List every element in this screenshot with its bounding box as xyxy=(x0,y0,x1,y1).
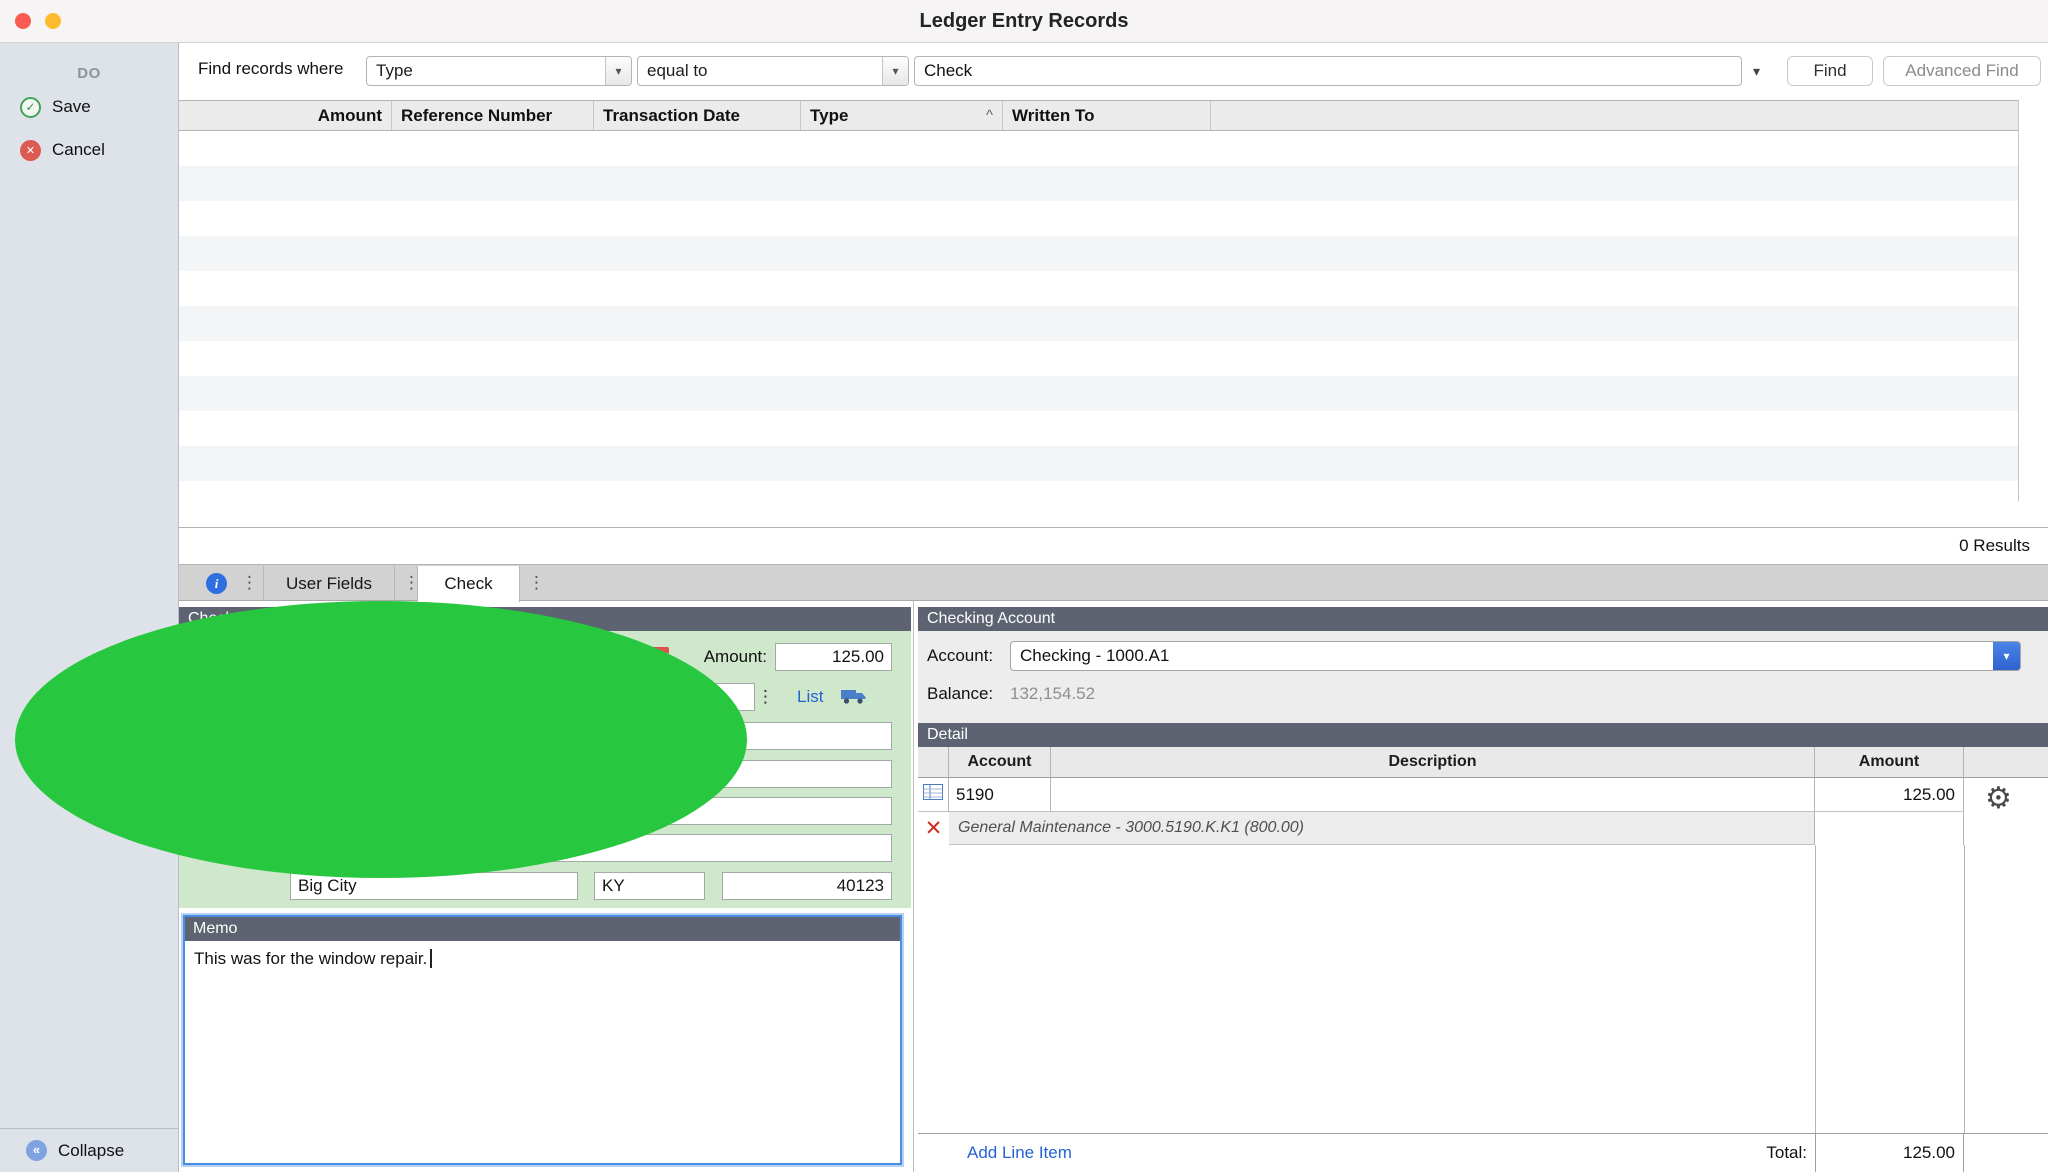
vendor-list-link[interactable]: List xyxy=(797,683,823,711)
detail-actions-column-header xyxy=(1964,747,2048,777)
find-field-value: Type xyxy=(367,61,605,81)
ledger-book-icon xyxy=(923,784,943,805)
info-icon[interactable]: i xyxy=(206,573,227,594)
results-list[interactable] xyxy=(179,131,2018,501)
save-button[interactable]: ✓ Save xyxy=(20,94,91,120)
cancel-label: Cancel xyxy=(52,140,105,160)
title-bar: Ledger Entry Records xyxy=(0,0,2048,43)
column-header-reference-number[interactable]: Reference Number xyxy=(392,101,594,130)
detail-line-item-row: 5190 125.00 xyxy=(918,778,2048,812)
memo-panel-header: Memo xyxy=(185,917,900,941)
window-controls xyxy=(15,13,61,29)
add-line-item-link[interactable]: Add Line Item xyxy=(967,1134,1072,1172)
cancel-x-icon: ✕ xyxy=(20,140,41,161)
collapse-chevrons-icon: « xyxy=(26,1140,47,1161)
account-lookup-cell[interactable] xyxy=(918,778,949,812)
column-header-written-to[interactable]: Written To xyxy=(1003,101,1211,130)
total-label: Total: xyxy=(1518,1134,1807,1172)
results-header: Amount Reference Number Transaction Date… xyxy=(179,100,2018,131)
panel-divider xyxy=(913,601,914,1172)
results-scrollbar[interactable] xyxy=(2018,100,2048,501)
window-close-button[interactable] xyxy=(15,13,31,29)
save-check-icon: ✓ xyxy=(20,97,41,118)
sort-ascending-icon: ^ xyxy=(986,107,993,124)
line-item-account-cell[interactable]: 5190 xyxy=(949,778,1051,812)
window-title: Ledger Entry Records xyxy=(0,0,2048,43)
delete-line-item-button[interactable]: ✕ xyxy=(918,812,949,845)
text-cursor xyxy=(430,949,432,968)
drag-dots-icon[interactable]: ⋮ xyxy=(403,565,420,600)
tab-check[interactable]: Check xyxy=(417,566,520,602)
memo-panel: Memo This was for the window repair. xyxy=(183,915,902,1165)
column-header-filler xyxy=(1211,101,2018,130)
app-window: Ledger Entry Records DO ✓ Save ✕ Cancel … xyxy=(0,0,2048,1172)
detail-column-line xyxy=(1964,845,1965,1133)
vendor-options-dots-icon[interactable]: ⋮ xyxy=(757,683,774,711)
find-history-dropdown-icon[interactable]: ▾ xyxy=(1753,56,1760,86)
drag-dots-icon[interactable]: ⋮ xyxy=(528,565,545,600)
detail-column-line xyxy=(1815,845,1816,1133)
detail-amount-column-header: Amount xyxy=(1815,747,1964,777)
state-input[interactable] xyxy=(594,872,705,900)
find-field-select[interactable]: Type ▾ xyxy=(366,56,632,86)
truck-icon xyxy=(841,687,867,710)
checking-account-panel: Account: Checking - 1000.A1 ▾ Balance: 1… xyxy=(918,631,2048,723)
find-operator-value: equal to xyxy=(638,61,882,81)
cancel-button[interactable]: ✕ Cancel xyxy=(20,137,105,163)
column-header-transaction-date[interactable]: Transaction Date xyxy=(594,101,801,130)
results-count: 0 Results xyxy=(179,527,2048,564)
expense-note-amount-cell xyxy=(1815,812,1964,845)
line-item-description-cell[interactable] xyxy=(1051,778,1815,812)
tab-bar: i ⋮ User Fields ⋮ Check ⋮ xyxy=(179,564,2048,601)
chevron-down-icon: ▾ xyxy=(882,57,908,85)
account-select[interactable]: Checking - 1000.A1 ▾ xyxy=(1010,641,2021,671)
detail-icon-column-header xyxy=(918,747,949,777)
sidebar-heading: DO xyxy=(0,65,178,82)
chevron-down-icon: ▾ xyxy=(1993,642,2020,670)
column-header-type[interactable]: Type ^ xyxy=(801,101,1003,130)
expense-account-note: General Maintenance - 3000.5190.K.K1 (80… xyxy=(949,812,1815,845)
account-label: Account: xyxy=(927,641,993,671)
amount-input[interactable] xyxy=(775,643,892,671)
chevron-down-icon: ▾ xyxy=(605,57,631,85)
account-select-value: Checking - 1000.A1 xyxy=(1011,646,1993,666)
find-button[interactable]: Find xyxy=(1787,56,1873,86)
balance-label: Balance: xyxy=(927,683,993,705)
detail-expense-note-row: ✕ General Maintenance - 3000.5190.K.K1 (… xyxy=(918,812,2048,845)
gear-icon[interactable]: ⚙ xyxy=(1985,784,2012,814)
detail-description-column-header: Description xyxy=(1051,747,1815,777)
delete-x-icon: ✕ xyxy=(925,816,943,841)
window-zoom-button[interactable] xyxy=(15,601,747,878)
memo-text: This was for the window repair. xyxy=(194,949,427,968)
save-label: Save xyxy=(52,97,91,117)
advanced-find-button[interactable]: Advanced Find xyxy=(1883,56,2041,86)
window-minimize-button[interactable] xyxy=(45,13,61,29)
checking-account-panel-header: Checking Account xyxy=(918,607,2048,631)
drag-dots-icon[interactable]: ⋮ xyxy=(241,565,258,600)
collapse-label: Collapse xyxy=(58,1141,124,1161)
total-value: 125.00 xyxy=(1815,1134,1964,1172)
memo-textarea[interactable]: This was for the window repair. xyxy=(185,941,900,1141)
zip-input[interactable] xyxy=(722,872,892,900)
line-item-amount-cell[interactable]: 125.00 xyxy=(1815,778,1964,812)
detail-panel-header: Detail xyxy=(918,723,2048,747)
find-operator-select[interactable]: equal to ▾ xyxy=(637,56,909,86)
find-records-label: Find records where xyxy=(198,59,344,79)
column-header-amount[interactable]: Amount xyxy=(179,101,392,130)
detail-total-row: Add Line Item Total: 125.00 xyxy=(918,1133,2048,1172)
sidebar: DO ✓ Save ✕ Cancel « Collapse xyxy=(0,43,179,1172)
collapse-button[interactable]: « Collapse xyxy=(0,1128,178,1172)
tab-user-fields[interactable]: User Fields xyxy=(263,566,395,601)
detail-account-column-header: Account xyxy=(949,747,1051,777)
detail-table-header: Account Description Amount xyxy=(918,747,2048,778)
balance-value: 132,154.52 xyxy=(1010,683,1095,705)
find-value-input[interactable] xyxy=(914,56,1742,86)
